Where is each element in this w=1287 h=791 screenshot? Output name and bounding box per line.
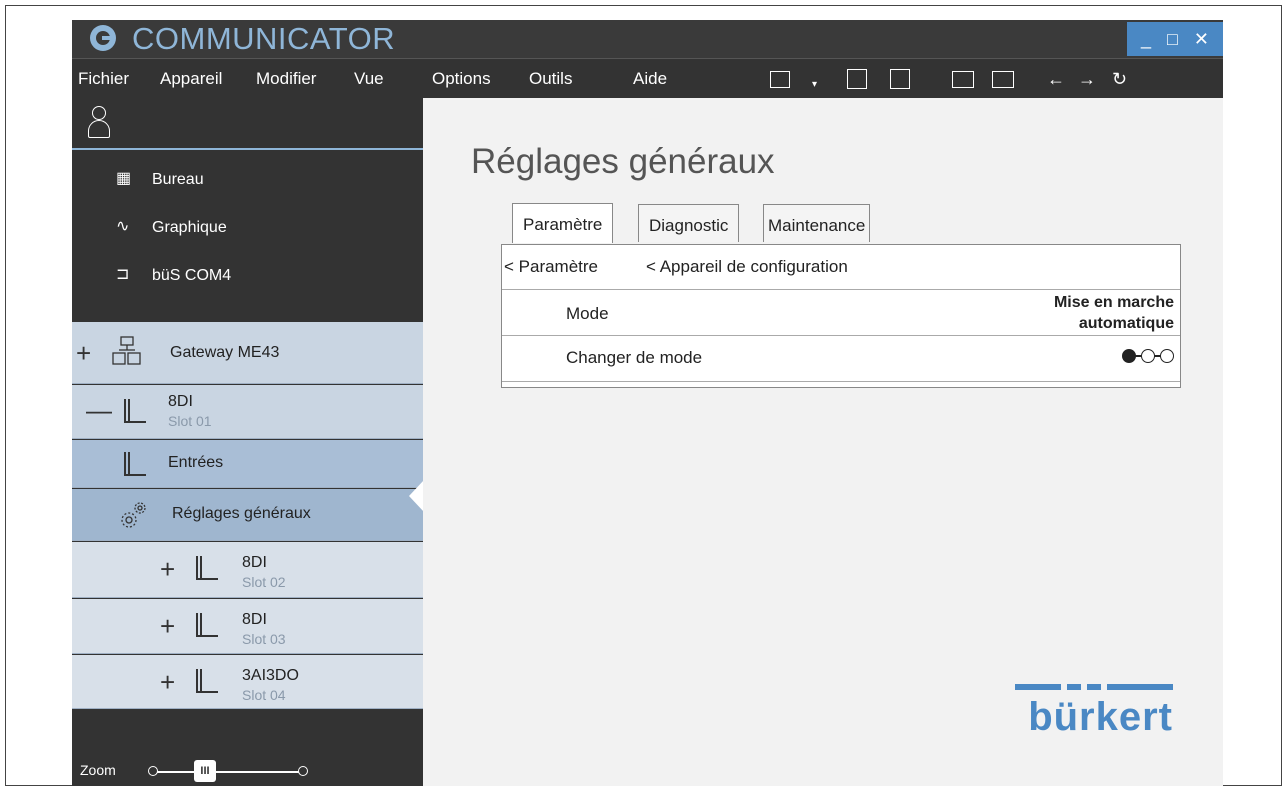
app-window: COMMUNICATOR _ □ ✕ Fichier Appareil Modi… — [72, 20, 1223, 786]
back-arrow-icon[interactable]: ← — [1047, 69, 1065, 89]
menu-options[interactable]: Options — [432, 59, 491, 99]
breadcrumb-parametre[interactable]: < Paramètre — [504, 245, 598, 289]
sidebar-item-label: Bureau — [152, 171, 204, 188]
expand-icon[interactable]: + — [160, 613, 175, 639]
menu-aide[interactable]: Aide — [633, 59, 667, 99]
breadcrumb-appareil-config[interactable]: < Appareil de configuration — [646, 245, 848, 289]
menu-modifier[interactable]: Modifier — [256, 59, 316, 99]
zoom-max-icon — [298, 766, 308, 776]
sidebar-item-graphique[interactable]: ∿ Graphique — [72, 204, 423, 252]
desktop-icon: ▦ — [116, 170, 132, 187]
tree-item-title: Gateway ME43 — [170, 344, 280, 361]
selection-pointer — [409, 480, 424, 512]
tree-item-3ai3do-slot04[interactable]: + 3AI3DO Slot 04 — [72, 655, 423, 709]
expand-icon[interactable]: + — [76, 340, 91, 366]
sidebar-item-label: Graphique — [152, 219, 227, 236]
tree-item-8di-slot03[interactable]: + 8DI Slot 03 — [72, 599, 423, 654]
sidebar-item-label: büS COM4 — [152, 267, 232, 284]
save-as-icon[interactable] — [890, 69, 910, 89]
param-value-line1: Mise en marche — [1053, 294, 1174, 311]
download-icon[interactable] — [992, 71, 1014, 88]
save-icon[interactable] — [847, 69, 867, 89]
tree-item-slot: Slot 01 — [168, 413, 212, 429]
panel-footer — [502, 381, 1180, 387]
tree-item-title: 8DI — [168, 393, 193, 410]
tree-item-8di-slot02[interactable]: + 8DI Slot 02 — [72, 542, 423, 598]
sidebar-item-bus-com4[interactable]: ⊐ büS COM4 — [72, 252, 423, 300]
io-module-icon — [118, 450, 146, 478]
io-module-icon — [190, 611, 218, 639]
mode-selector-icon[interactable] — [1122, 348, 1174, 364]
tree-item-title: Entrées — [168, 454, 224, 471]
tree-item-title: 3AI3DO — [242, 667, 299, 684]
menu-vue[interactable]: Vue — [354, 59, 384, 99]
io-module-icon — [190, 554, 218, 582]
menu-fichier[interactable]: Fichier — [78, 59, 129, 99]
title-bar: COMMUNICATOR _ □ ✕ — [72, 20, 1223, 58]
tree-item-entrees[interactable]: Entrées — [72, 440, 423, 488]
param-row-changer-mode[interactable]: Changer de mode — [502, 335, 1180, 379]
tab-parametre[interactable]: Paramètre — [512, 203, 614, 243]
tab-maintenance[interactable]: Maintenance — [763, 204, 871, 242]
zoom-slider-track[interactable] — [152, 771, 302, 773]
user-icon[interactable] — [88, 106, 110, 140]
param-value: Mise en marche automatique — [1054, 292, 1174, 334]
menu-bar: Fichier Appareil Modifier Vue Options Ou… — [72, 58, 1223, 98]
gears-icon — [118, 499, 146, 528]
close-button[interactable]: ✕ — [1194, 29, 1209, 50]
parameter-panel: < Paramètre < Appareil de configuration … — [501, 244, 1181, 388]
main-content: Réglages généraux Paramètre Diagnostic M… — [423, 98, 1223, 786]
io-module-icon — [118, 397, 146, 425]
param-label: Mode — [566, 304, 609, 323]
tree-item-gateway[interactable]: + Gateway ME43 — [72, 322, 423, 384]
user-row[interactable] — [72, 98, 423, 150]
io-module-icon — [190, 667, 218, 695]
tree-item-title: 8DI — [242, 611, 267, 628]
dropdown-icon[interactable]: ▾ — [812, 75, 817, 95]
zoom-min-icon — [148, 766, 158, 776]
brand-logo: bürkert — [1028, 695, 1173, 739]
bus-port-icon: ⊐ — [116, 266, 130, 283]
brand-bar — [1015, 684, 1173, 690]
tree-item-8di-slot01[interactable]: — 8DI Slot 01 — [72, 385, 423, 439]
graph-icon: ∿ — [116, 218, 130, 235]
sidebar: ▦ Bureau ∿ Graphique ⊐ büS COM4 + Gatewa… — [72, 98, 423, 786]
menu-outils[interactable]: Outils — [529, 59, 572, 99]
gateway-icon — [112, 336, 141, 365]
forward-arrow-icon[interactable]: → — [1078, 69, 1096, 89]
collapse-icon[interactable]: — — [86, 397, 112, 423]
window-controls: _ □ ✕ — [1127, 22, 1223, 56]
open-device-icon[interactable] — [770, 71, 790, 88]
expand-icon[interactable]: + — [160, 556, 175, 582]
tree-item-slot: Slot 04 — [242, 687, 286, 703]
zoom-label: Zoom — [80, 762, 116, 778]
tree-item-slot: Slot 02 — [242, 574, 286, 590]
app-logo-icon — [90, 25, 116, 51]
sidebar-item-bureau[interactable]: ▦ Bureau — [72, 156, 423, 204]
menu-appareil[interactable]: Appareil — [160, 59, 222, 99]
tree-item-title: 8DI — [242, 554, 267, 571]
maximize-button[interactable]: □ — [1167, 29, 1178, 50]
page-title: Réglages généraux — [471, 142, 775, 181]
app-title: COMMUNICATOR — [132, 21, 396, 56]
upload-icon[interactable] — [952, 71, 974, 88]
tree-item-slot: Slot 03 — [242, 631, 286, 647]
tree-item-title: Réglages généraux — [172, 505, 311, 522]
expand-icon[interactable]: + — [160, 669, 175, 695]
param-value-line2: automatique — [1078, 315, 1174, 332]
param-row-mode[interactable]: Mode Mise en marche automatique — [502, 289, 1180, 335]
tree-item-reglages-generaux[interactable]: Réglages généraux — [72, 489, 423, 541]
tab-diagnostic[interactable]: Diagnostic — [638, 204, 740, 242]
minimize-button[interactable]: _ — [1141, 29, 1151, 50]
param-label: Changer de mode — [566, 348, 703, 367]
zoom-slider-thumb[interactable]: III — [194, 760, 216, 782]
refresh-icon[interactable]: ↻ — [1112, 69, 1127, 89]
